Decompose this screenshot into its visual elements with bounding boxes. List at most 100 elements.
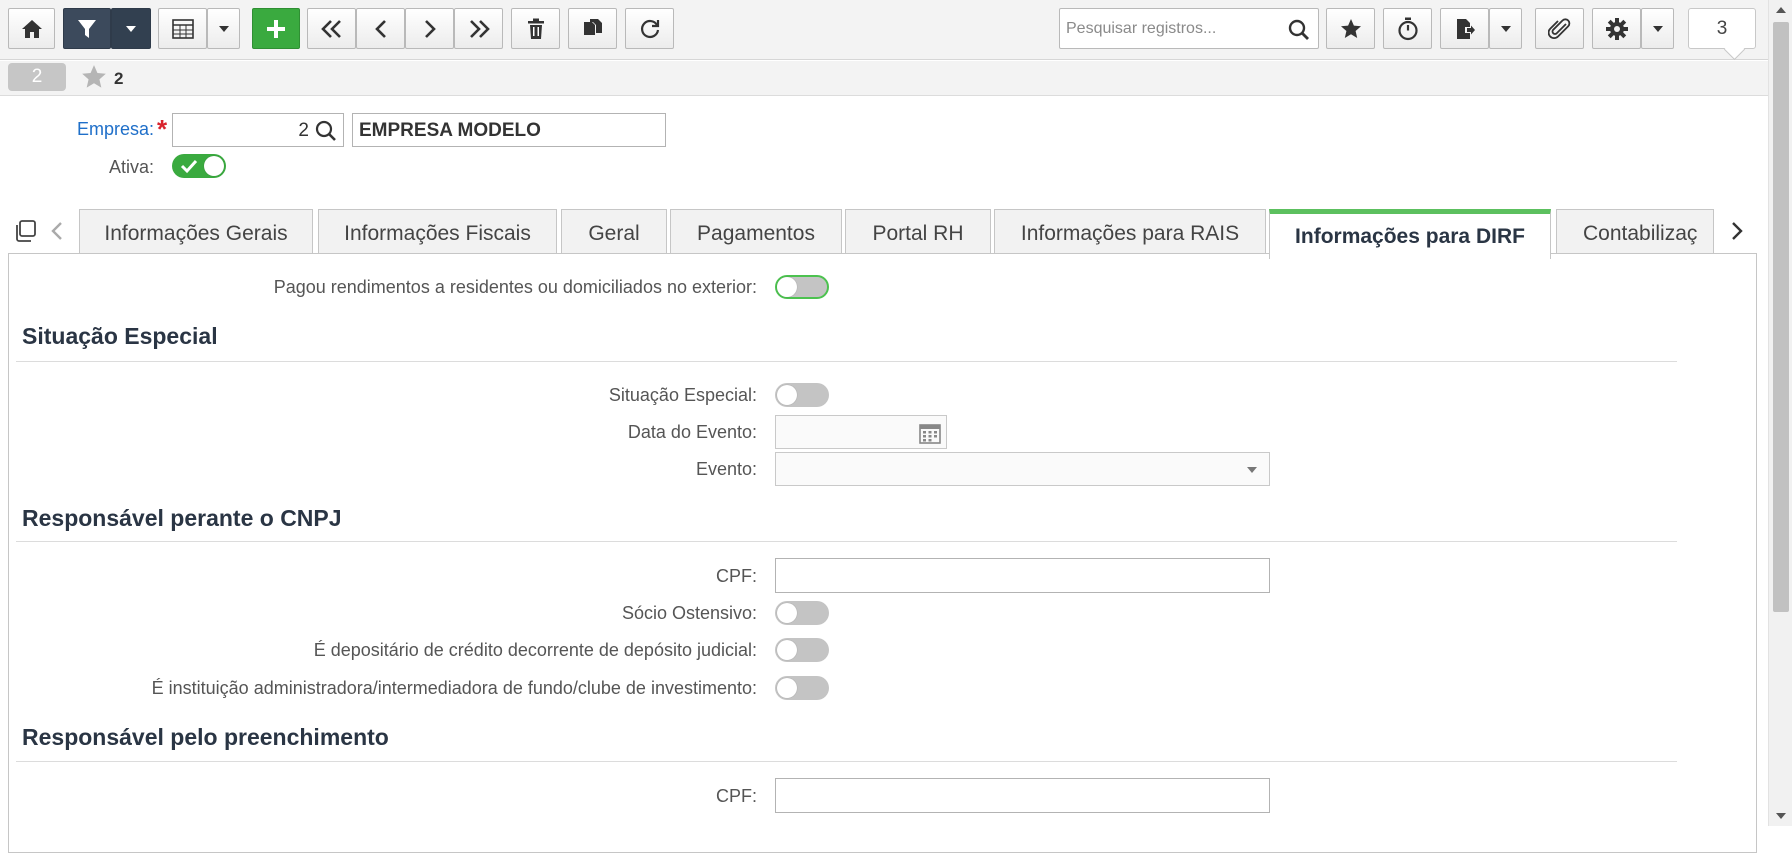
socio-ostensivo-toggle[interactable] bbox=[775, 601, 829, 625]
first-icon bbox=[320, 19, 344, 39]
search-icon[interactable] bbox=[1288, 19, 1310, 46]
section-title-situacao-especial: Situação Especial bbox=[22, 323, 218, 349]
scrollbar-thumb[interactable] bbox=[1773, 22, 1789, 612]
search-box bbox=[1059, 8, 1319, 49]
depositario-label: É depositário de crédito decorrente de d… bbox=[313, 640, 757, 660]
tab-scroll-left-icon[interactable] bbox=[50, 221, 64, 246]
favorites-count: 2 bbox=[114, 69, 124, 88]
grid-view-button[interactable] bbox=[158, 8, 207, 49]
chevron-down-icon bbox=[1652, 25, 1663, 32]
tab-contabilizacao[interactable]: Contabilizaç bbox=[1556, 209, 1714, 258]
prev-icon bbox=[373, 19, 389, 39]
last-record-button[interactable] bbox=[454, 8, 503, 49]
cpf-preenchimento-input[interactable] bbox=[775, 778, 1270, 813]
record-count-bubble: 3 bbox=[1688, 8, 1756, 49]
tab-informacoes-rais[interactable]: Informações para RAIS bbox=[994, 209, 1266, 258]
favorite-button[interactable] bbox=[1326, 8, 1375, 49]
home-button[interactable] bbox=[8, 8, 55, 49]
gear-icon bbox=[1605, 17, 1629, 41]
chevron-down-icon bbox=[218, 25, 229, 32]
cpf-cnpj-input[interactable] bbox=[775, 558, 1270, 593]
copy-tabs-icon[interactable] bbox=[13, 219, 37, 248]
ativa-label: Ativa: bbox=[108, 157, 154, 177]
required-marker: * bbox=[157, 114, 168, 144]
cpf-cnpj-label: CPF: bbox=[715, 566, 757, 586]
page-scrollbar[interactable] bbox=[1768, 0, 1792, 826]
duplicate-record-button[interactable] bbox=[568, 8, 617, 49]
attachments-button[interactable] bbox=[1535, 8, 1584, 49]
data-evento-field[interactable] bbox=[775, 415, 947, 449]
search-input[interactable] bbox=[1060, 9, 1285, 48]
copy-icon bbox=[582, 18, 604, 40]
instituicao-label: É instituição administradora/intermediad… bbox=[151, 678, 757, 698]
export-icon bbox=[1454, 18, 1476, 40]
star-icon[interactable] bbox=[80, 64, 108, 95]
grid-icon bbox=[171, 18, 194, 39]
ativa-toggle[interactable] bbox=[172, 154, 226, 178]
delete-record-button[interactable] bbox=[511, 8, 560, 49]
main-toolbar: 3 bbox=[0, 0, 1768, 60]
section-divider bbox=[16, 761, 1677, 762]
filter-dropdown-button[interactable] bbox=[111, 8, 151, 49]
refresh-button[interactable] bbox=[625, 8, 674, 49]
scroll-up-icon[interactable] bbox=[1776, 7, 1786, 13]
next-record-button[interactable] bbox=[405, 8, 454, 49]
tab-scroll-right-icon[interactable] bbox=[1730, 221, 1744, 246]
tab-informacoes-gerais[interactable]: Informações Gerais bbox=[79, 209, 313, 258]
record-status-row: 2 2 bbox=[0, 61, 1768, 96]
section-title-responsavel-cnpj: Responsável perante o CNPJ bbox=[22, 505, 342, 531]
settings-dropdown-button[interactable] bbox=[1641, 8, 1674, 49]
evento-select[interactable] bbox=[775, 452, 1270, 486]
timer-button[interactable] bbox=[1383, 8, 1432, 49]
cpf-preenchimento-label: CPF: bbox=[715, 786, 757, 806]
tab-geral[interactable]: Geral bbox=[561, 209, 667, 258]
record-id-badge: 2 bbox=[8, 63, 66, 91]
export-button[interactable] bbox=[1440, 8, 1489, 49]
depositario-toggle[interactable] bbox=[775, 638, 829, 662]
empresa-name-field[interactable]: EMPRESA MODELO bbox=[352, 113, 666, 147]
scroll-down-icon[interactable] bbox=[1776, 813, 1786, 819]
empresa-code-value: 2 bbox=[298, 120, 309, 141]
situacao-especial-toggle[interactable] bbox=[775, 383, 829, 407]
chevron-down-icon bbox=[1247, 467, 1257, 473]
plus-icon bbox=[265, 18, 287, 40]
evento-label: Evento: bbox=[695, 459, 757, 479]
pagou-exterior-toggle[interactable] bbox=[775, 275, 829, 299]
chevron-down-icon bbox=[1500, 25, 1511, 32]
calendar-icon[interactable] bbox=[919, 422, 941, 449]
instituicao-toggle[interactable] bbox=[775, 676, 829, 700]
trash-icon bbox=[527, 18, 545, 40]
pagou-exterior-label: Pagou rendimentos a residentes ou domici… bbox=[273, 277, 757, 297]
record-count: 3 bbox=[1716, 17, 1728, 39]
next-icon bbox=[422, 19, 438, 39]
home-icon bbox=[21, 19, 43, 39]
filter-icon bbox=[76, 18, 98, 40]
chevron-down-icon bbox=[126, 25, 136, 32]
tab-informacoes-dirf[interactable]: Informações para DIRF bbox=[1269, 209, 1551, 259]
tab-portal-rh[interactable]: Portal RH bbox=[845, 209, 991, 258]
socio-ostensivo-label: Sócio Ostensivo: bbox=[621, 603, 757, 623]
last-icon bbox=[467, 19, 491, 39]
tab-informacoes-fiscais[interactable]: Informações Fiscais bbox=[318, 209, 557, 258]
tabs-bar: Informações Gerais Informações Fiscais G… bbox=[0, 205, 1768, 259]
previous-record-button[interactable] bbox=[356, 8, 405, 49]
filter-button[interactable] bbox=[63, 8, 111, 49]
grid-view-dropdown-button[interactable] bbox=[207, 8, 240, 49]
section-divider bbox=[16, 361, 1677, 362]
star-icon bbox=[1340, 18, 1362, 40]
empresa-label: Empresa: bbox=[76, 119, 154, 139]
refresh-icon bbox=[639, 18, 661, 40]
section-divider bbox=[16, 541, 1677, 542]
section-title-responsavel-preenchimento: Responsável pelo preenchimento bbox=[22, 724, 389, 750]
search-icon[interactable] bbox=[315, 120, 337, 148]
tab-pagamentos[interactable]: Pagamentos bbox=[670, 209, 842, 258]
empresa-code-field[interactable]: 2 bbox=[172, 113, 344, 147]
add-record-button[interactable] bbox=[252, 8, 300, 49]
first-record-button[interactable] bbox=[307, 8, 356, 49]
data-evento-label: Data do Evento: bbox=[627, 422, 757, 442]
timer-icon bbox=[1397, 17, 1419, 41]
dirf-panel bbox=[8, 253, 1757, 853]
settings-button[interactable] bbox=[1592, 8, 1641, 49]
situacao-especial-label: Situação Especial: bbox=[608, 385, 757, 405]
export-dropdown-button[interactable] bbox=[1489, 8, 1522, 49]
